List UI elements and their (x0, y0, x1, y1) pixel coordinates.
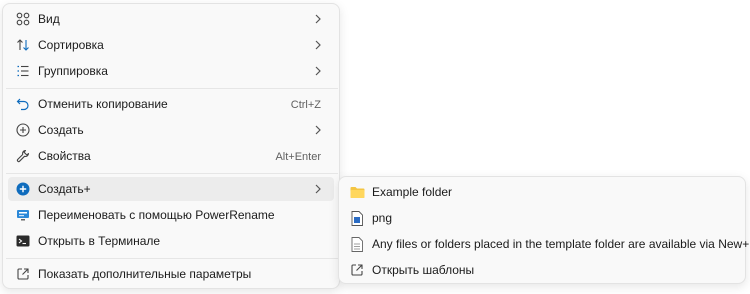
submenu-item-templates-info[interactable]: Any files or folders placed in the templ… (343, 232, 749, 256)
shortcut-text: Alt+Enter (275, 151, 321, 163)
new-plus-submenu: Example folder png Any files or folders … (338, 176, 749, 284)
context-menu: Вид Сортировка Группировка Отменить копи… (2, 3, 340, 289)
menu-item-label: Показать дополнительные параметры (38, 267, 252, 281)
image-file-icon (349, 210, 365, 226)
chevron-right-icon (315, 66, 321, 76)
chevron-right-icon (315, 184, 321, 194)
submenu-item-label: Example folder (372, 185, 453, 199)
chevron-right-icon (315, 125, 321, 135)
submenu-item-label: png (372, 211, 393, 225)
menu-item-label: Свойства (38, 149, 91, 163)
menu-item-label: Переименовать с помощью PowerRename (38, 208, 275, 222)
menu-item-label: Группировка (38, 64, 108, 78)
menu-separator (6, 88, 338, 89)
folder-icon (349, 184, 365, 200)
terminal-icon (15, 233, 31, 249)
submenu-item-open-templates[interactable]: Открыть шаблоны (343, 258, 741, 282)
new-plus-circle-icon (15, 122, 31, 138)
menu-item-undo-copy[interactable]: Отменить копирование Ctrl+Z (8, 92, 334, 116)
menu-item-label: Сортировка (38, 38, 104, 52)
menu-item-new-plus[interactable]: Создать+ (8, 177, 334, 201)
menu-item-label: Вид (38, 12, 60, 26)
menu-item-label: Отменить копирование (38, 97, 168, 111)
menu-item-open-terminal[interactable]: Открыть в Терминале (8, 229, 334, 253)
grid-view-icon (15, 11, 31, 27)
submenu-item-example-folder[interactable]: Example folder (343, 180, 741, 204)
menu-item-view[interactable]: Вид (8, 7, 334, 31)
group-list-icon (15, 63, 31, 79)
submenu-item-label: Any files or folders placed in the templ… (372, 237, 750, 251)
menu-item-properties[interactable]: Свойства Alt+Enter (8, 144, 334, 168)
sort-arrows-icon (15, 37, 31, 53)
wrench-icon (15, 148, 31, 164)
undo-icon (15, 96, 31, 112)
submenu-item-label: Открыть шаблоны (372, 263, 475, 277)
menu-item-label: Открыть в Терминале (38, 234, 161, 248)
document-icon (349, 236, 365, 252)
powerrename-icon (15, 207, 31, 223)
menu-item-group[interactable]: Группировка (8, 59, 334, 83)
open-external-icon (15, 266, 31, 282)
menu-item-label: Создать (38, 123, 84, 137)
chevron-right-icon (315, 14, 321, 24)
menu-item-new[interactable]: Создать (8, 118, 334, 142)
menu-separator (6, 173, 338, 174)
menu-item-sort[interactable]: Сортировка (8, 33, 334, 57)
shortcut-text: Ctrl+Z (290, 99, 321, 111)
open-external-icon (349, 262, 365, 278)
new-plus-filled-icon (15, 181, 31, 197)
menu-item-powerrename[interactable]: Переименовать с помощью PowerRename (8, 203, 334, 227)
menu-separator (6, 258, 338, 259)
menu-item-label: Создать+ (38, 182, 91, 196)
menu-item-show-more-options[interactable]: Показать дополнительные параметры (8, 262, 334, 286)
submenu-item-png[interactable]: png (343, 206, 741, 230)
chevron-right-icon (315, 40, 321, 50)
